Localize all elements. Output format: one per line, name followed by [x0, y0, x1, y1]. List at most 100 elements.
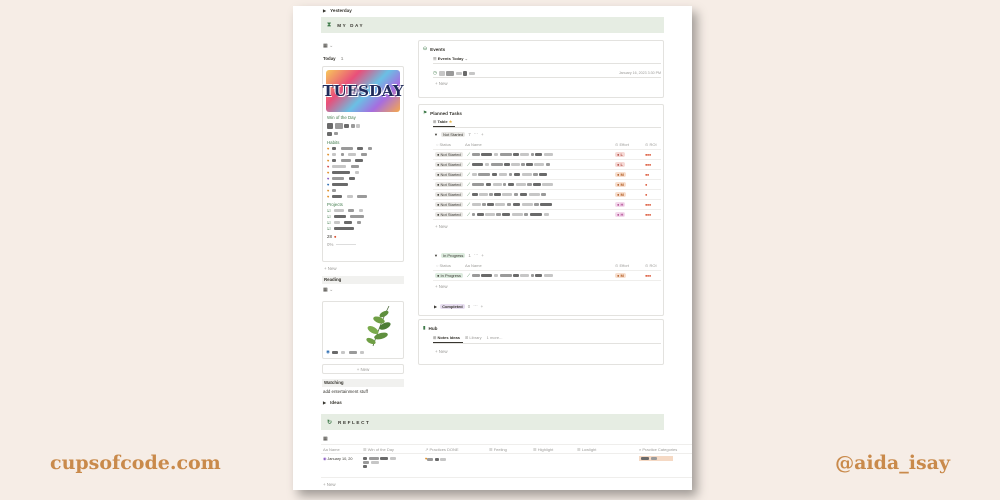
table-row[interactable]: ● Not Started ⟋ ● M ●● [433, 170, 661, 180]
reading-gallery-icon[interactable]: ▦ ⌄ [323, 287, 333, 293]
table-row[interactable]: ◉ January 10, 20 ♥ [321, 454, 692, 478]
task-name: ⟋ [465, 192, 615, 197]
gallery-view-icon[interactable]: ▦ ⌄ [323, 43, 333, 49]
today-new-button[interactable]: + New [324, 266, 337, 271]
status-tag[interactable]: ● Not Started [435, 172, 463, 177]
more-icon[interactable]: ⋯ [474, 131, 478, 137]
ideas-label: Ideas [330, 400, 342, 405]
hub-new-button[interactable]: + New [435, 349, 448, 354]
more-icon[interactable]: ⋯ [473, 303, 477, 309]
group-completed[interactable]: ▶ Completed 0 ⋯ + [434, 303, 483, 309]
reflect-table-icon[interactable]: ▦ [323, 436, 328, 442]
count-row: 28 ● [327, 234, 399, 239]
bookmark-icon: ▮ [423, 325, 426, 330]
table-row[interactable]: ● Not Started ⟋ ● M ● [433, 190, 661, 200]
today-card[interactable]: TUESDAY Win of the Day Habits ♥ ♥ ♥ ♥ ♥ … [322, 66, 404, 262]
events-title: Events [430, 46, 446, 52]
roi-value: ●●● [645, 273, 651, 278]
tab-library[interactable]: ⊞ Library [465, 335, 482, 340]
ideas-toggle[interactable]: ▶ Ideas [323, 400, 342, 405]
events-view-tab[interactable]: ☰ Events Today ⌄ [433, 56, 468, 61]
add-icon[interactable]: + [481, 132, 484, 137]
events-header: ⚇ Events [423, 46, 445, 52]
status-tag[interactable]: ● Not Started [435, 162, 463, 167]
heart-icon: ♥ [327, 163, 330, 169]
effort-tag[interactable]: ● M [615, 172, 626, 177]
task-name: ⟋ [465, 162, 615, 167]
task-name: ⟋ [465, 152, 615, 157]
tasks-new-button[interactable]: + New [435, 224, 448, 229]
col-roi: ⊙ ROI [645, 142, 657, 147]
group-not-started-label: Not Started [440, 131, 466, 137]
status-tag[interactable]: ● Not Started [435, 192, 463, 197]
yesterday-toggle[interactable]: ▶ Yesterday [323, 8, 352, 13]
pin-icon: ⟋ [467, 273, 471, 278]
col-name: Aa Name [465, 142, 482, 147]
effort-tag[interactable]: ● M [615, 273, 626, 278]
today-label: Today [323, 56, 336, 61]
effort-tag[interactable]: ● L [615, 162, 625, 167]
more-icon[interactable]: ⋯ [474, 252, 478, 258]
heart-icon: ♥ [327, 169, 330, 175]
events-new-button[interactable]: + New [435, 81, 448, 86]
status-tag[interactable]: ● Not Started [435, 202, 463, 207]
watching-text: add entertainment stuff [323, 389, 368, 394]
progress-percent: 0% [327, 242, 334, 247]
status-tag[interactable]: ● Not Started [435, 212, 463, 217]
effort-tag[interactable]: ● H [615, 212, 626, 217]
tuesday-cover-text: TUESDAY [322, 82, 404, 100]
group-not-started[interactable]: ▼ Not Started 7 ⋯ + [434, 131, 484, 137]
group-count: 0 [467, 303, 471, 309]
status-tag[interactable]: ● Not Started [435, 152, 463, 157]
list-item: ♥ [327, 193, 399, 199]
reading-header[interactable]: Reading [322, 276, 404, 284]
event-row[interactable]: ◷ January 16, 2023 3:30 PM [433, 70, 661, 76]
table-row[interactable]: ● Not Started ⟋ ● L ●●● [433, 160, 661, 170]
reflect-new-button[interactable]: + New [323, 482, 336, 487]
reading-new-button[interactable]: + New [322, 364, 404, 374]
group-in-progress[interactable]: ▼ In Progress 1 ⋯ + [434, 252, 484, 258]
add-icon[interactable]: + [481, 253, 484, 258]
heart-icon: ♥ [327, 157, 330, 163]
reflect-title: REFLECT [338, 419, 371, 425]
yesterday-label: Yesterday [330, 8, 352, 13]
heart-icon: ♥ [327, 151, 330, 157]
status-tag[interactable]: ● In Progress [435, 273, 463, 278]
tab-notes-ideas[interactable]: ⊞ Notes Ideas [433, 335, 460, 340]
tab-table[interactable]: ⊞ Table ★ [433, 119, 452, 124]
task-name: ⟋ [465, 212, 615, 217]
table-row[interactable]: ● Not Started ⟋ ● L ●●● [433, 150, 661, 160]
effort-tag[interactable]: ● L [615, 152, 625, 157]
watching-header[interactable]: Watching [322, 379, 404, 387]
task-name: ⟋ [465, 273, 615, 278]
add-icon[interactable]: + [481, 304, 484, 309]
hub-header: ▮ Hub [423, 325, 437, 331]
book-icon: ◉ [326, 349, 330, 354]
heart-icon: ♥ [327, 145, 330, 151]
heart-icon: ♥ [327, 187, 330, 193]
effort-tag[interactable]: ● M [615, 182, 626, 187]
reflect-row-practices: ♥ [425, 456, 489, 461]
effort-tag[interactable]: ● M [615, 192, 626, 197]
effort-tag[interactable]: ● H [615, 202, 626, 207]
status-tag[interactable]: ● Not Started [435, 182, 463, 187]
tab-more[interactable]: 1 more... [487, 335, 503, 340]
toggle-down-icon: ▼ [434, 252, 438, 258]
roi-value: ● [645, 182, 647, 187]
fire-icon: ● [333, 234, 337, 239]
roi-value: ●●● [645, 152, 651, 157]
list-item: ☑ [327, 225, 399, 231]
table-row[interactable]: ● In Progress ⟋ ● M ●●● [433, 271, 661, 281]
table-row[interactable]: ● Not Started ⟋ ● H ●●● [433, 210, 661, 220]
table-row[interactable]: ● Not Started ⟋ ● M ● [433, 180, 661, 190]
event-date: January 16, 2023 3:30 PM [618, 71, 661, 75]
in-progress-new-button[interactable]: + New [435, 284, 448, 289]
pin-icon: ⟋ [467, 152, 471, 157]
tab-table-label: Table [437, 119, 448, 124]
hub-title: Hub [428, 325, 438, 331]
today-header: Today 1 [323, 56, 343, 61]
tuesday-cover-image: TUESDAY [322, 70, 404, 112]
reading-card[interactable]: ◉ [322, 301, 404, 359]
table-row[interactable]: ● Not Started ⟋ ● H ●●● [433, 200, 661, 210]
tasks-header: ⚑ Planned Tasks [423, 110, 462, 116]
